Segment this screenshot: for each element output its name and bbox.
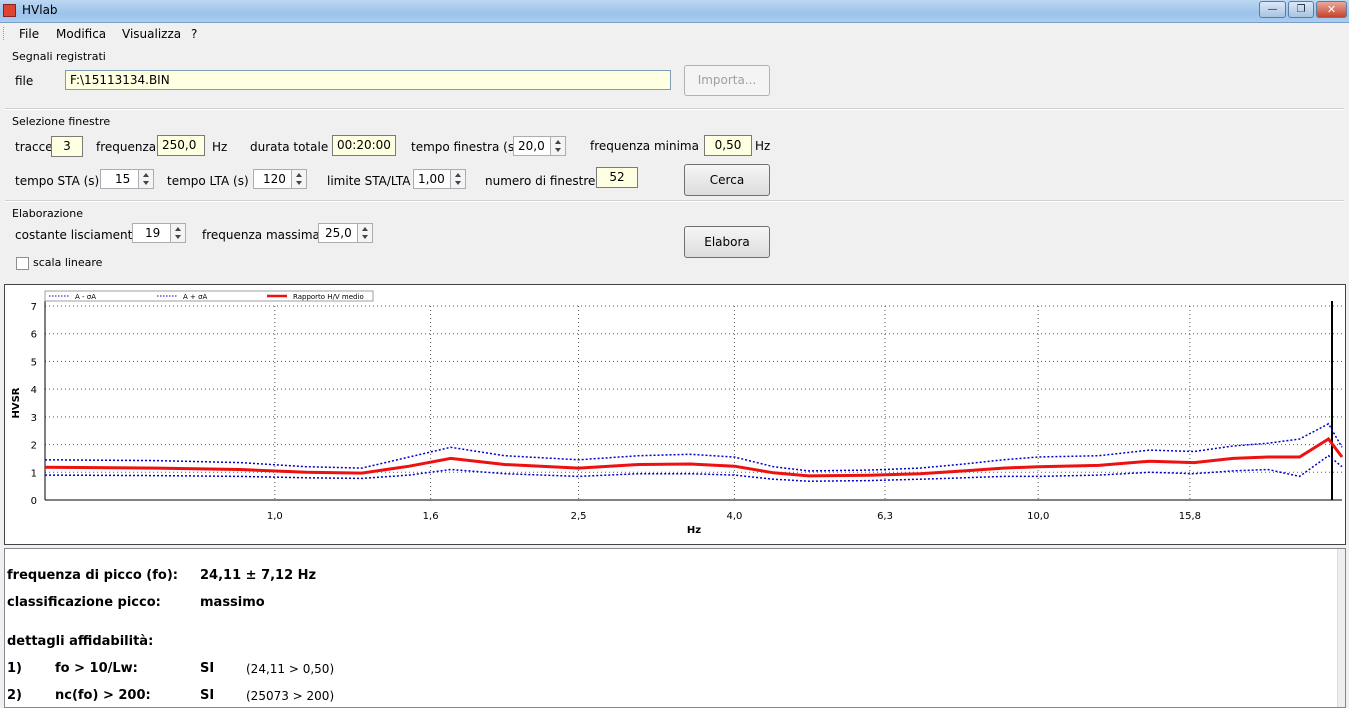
minimize-button[interactable]: — (1259, 1, 1286, 18)
y-tick-label: 1 (31, 468, 37, 479)
x-tick-label: 1,0 (267, 511, 283, 522)
frequenza-unit: Hz (212, 140, 228, 154)
freq-massima-stepper[interactable]: 25,0 (318, 223, 373, 243)
spin-arrows-icon[interactable] (357, 224, 372, 242)
x-axis-label: Hz (687, 525, 701, 536)
costante-value: 19 (145, 226, 161, 240)
limite-value: 1,00 (418, 172, 445, 186)
tempo-finestra-stepper[interactable]: 20,0 (513, 136, 566, 156)
x-tick-label: 4,0 (726, 511, 742, 522)
spin-arrows-icon[interactable] (291, 170, 306, 188)
sta-value: 15 (115, 172, 131, 186)
menu-grip (3, 27, 6, 40)
x-tick-label: 15,8 (1179, 511, 1201, 522)
menu-visualizza[interactable]: Visualizza (122, 27, 181, 41)
x-tick-label: 2,5 (571, 511, 587, 522)
freq-massima-value: 25,0 (325, 226, 352, 240)
hvsr-chart: 0 1 2 3 4 5 6 7 1,0 1,6 2,5 4,0 6,3 10,0 15,8 Hz HVSR A -… (4, 284, 1346, 545)
x-tick-label: 1,6 (423, 511, 439, 522)
freq-minima-label: frequenza minima (590, 139, 699, 153)
selezione-group-label: Selezione finestre (12, 115, 111, 128)
lta-value: 120 (263, 172, 286, 186)
y-tick-label: 2 (31, 441, 37, 452)
close-button[interactable]: ✕ (1316, 1, 1347, 18)
file-label: file (15, 74, 34, 88)
spin-arrows-icon[interactable] (550, 137, 565, 155)
freq-massima-label: frequenza massima (202, 228, 320, 242)
divider (5, 200, 1344, 202)
lta-label: tempo LTA (s) (167, 174, 249, 188)
elaborazione-group-label: Elaborazione (12, 207, 84, 220)
picco-label: frequenza di picco (fo): (7, 568, 178, 583)
picco-value: 24,11 ± 7,12 Hz (200, 568, 317, 583)
num-finestre-label: numero di finestre (485, 174, 596, 188)
file-path-field[interactable]: F:\15113134.BIN (65, 70, 671, 90)
classificazione-label: classificazione picco: (7, 595, 161, 610)
tracce-value: 3 (51, 136, 83, 157)
row-detail: (24,11 > 0,50) (246, 662, 335, 676)
durata-label: durata totale (250, 140, 329, 154)
segnali-group-label: Segnali registrati (12, 50, 106, 63)
menu-file[interactable]: File (19, 27, 39, 41)
row-result: SI (200, 688, 215, 703)
sta-stepper[interactable]: 15 (100, 169, 154, 189)
x-tick-label: 6,3 (877, 511, 893, 522)
legend-label: A + σA (183, 293, 208, 301)
tempo-finestra-value: 20,0 (518, 139, 545, 153)
costante-label: costante lisciamento: (15, 228, 144, 242)
row-criterion: fo > 10/Lw: (55, 661, 138, 676)
spin-arrows-icon[interactable] (170, 224, 185, 242)
maximize-button[interactable]: ❐ (1288, 1, 1314, 18)
spin-arrows-icon[interactable] (138, 170, 153, 188)
durata-value: 00:20:00 (332, 135, 396, 156)
row-result: SI (200, 661, 215, 676)
y-tick-label: 6 (31, 330, 37, 341)
y-axis-label: HVSR (11, 387, 22, 418)
cerca-button[interactable]: Cerca (684, 164, 770, 196)
num-finestre-value: 52 (596, 167, 638, 188)
frequenza-value: 250,0 (157, 135, 205, 156)
title-bar: HVlab — ❐ ✕ (0, 0, 1349, 23)
menu-modifica[interactable]: Modifica (56, 27, 106, 41)
results-scrollbar[interactable] (1337, 549, 1345, 707)
y-tick-label: 4 (31, 385, 37, 396)
row-num: 1) (7, 661, 22, 676)
classificazione-value: massimo (200, 595, 265, 610)
menu-bar: File Modifica Visualizza ? (0, 23, 1349, 44)
sta-label: tempo STA (s) (15, 174, 100, 188)
menu-help[interactable]: ? (191, 27, 197, 41)
divider (5, 108, 1344, 110)
costante-stepper[interactable]: 19 (132, 223, 186, 243)
tracce-label: tracce (15, 140, 53, 154)
y-tick-label: 0 (31, 496, 37, 507)
results-panel: frequenza di picco (fo): 24,11 ± 7,12 Hz… (4, 548, 1346, 708)
row-criterion: nc(fo) > 200: (55, 688, 151, 703)
row-detail: (25073 > 200) (246, 689, 335, 703)
import-button[interactable]: Importa... (684, 65, 770, 96)
legend-label: Rapporto H/V medio (293, 293, 364, 301)
elabora-button[interactable]: Elabora (684, 226, 770, 258)
window-title: HVlab (22, 3, 58, 17)
row-num: 2) (7, 688, 22, 703)
frequenza-label: frequenza (96, 140, 157, 154)
y-tick-label: 7 (31, 302, 37, 313)
freq-minima-unit: Hz (755, 139, 771, 153)
x-tick-label: 10,0 (1027, 511, 1049, 522)
app-icon (3, 4, 16, 17)
spin-arrows-icon[interactable] (450, 170, 465, 188)
scala-lineare-label: scala lineare (33, 256, 103, 269)
legend-label: A - σA (75, 293, 96, 301)
hvsr-chart-svg: 0 1 2 3 4 5 6 7 1,0 1,6 2,5 4,0 6,3 10,0 15,8 Hz HVSR A -… (11, 290, 1344, 536)
scala-lineare-checkbox[interactable] (16, 257, 29, 270)
freq-minima-value: 0,50 (704, 135, 752, 156)
y-tick-label: 3 (31, 413, 37, 424)
y-tick-label: 5 (31, 357, 37, 368)
limite-label: limite STA/LTA (327, 174, 411, 188)
dettagli-label: dettagli affidabilità: (7, 634, 154, 649)
tempo-finestra-label: tempo finestra (s) (411, 140, 519, 154)
limite-stepper[interactable]: 1,00 (413, 169, 466, 189)
lta-stepper[interactable]: 120 (253, 169, 307, 189)
